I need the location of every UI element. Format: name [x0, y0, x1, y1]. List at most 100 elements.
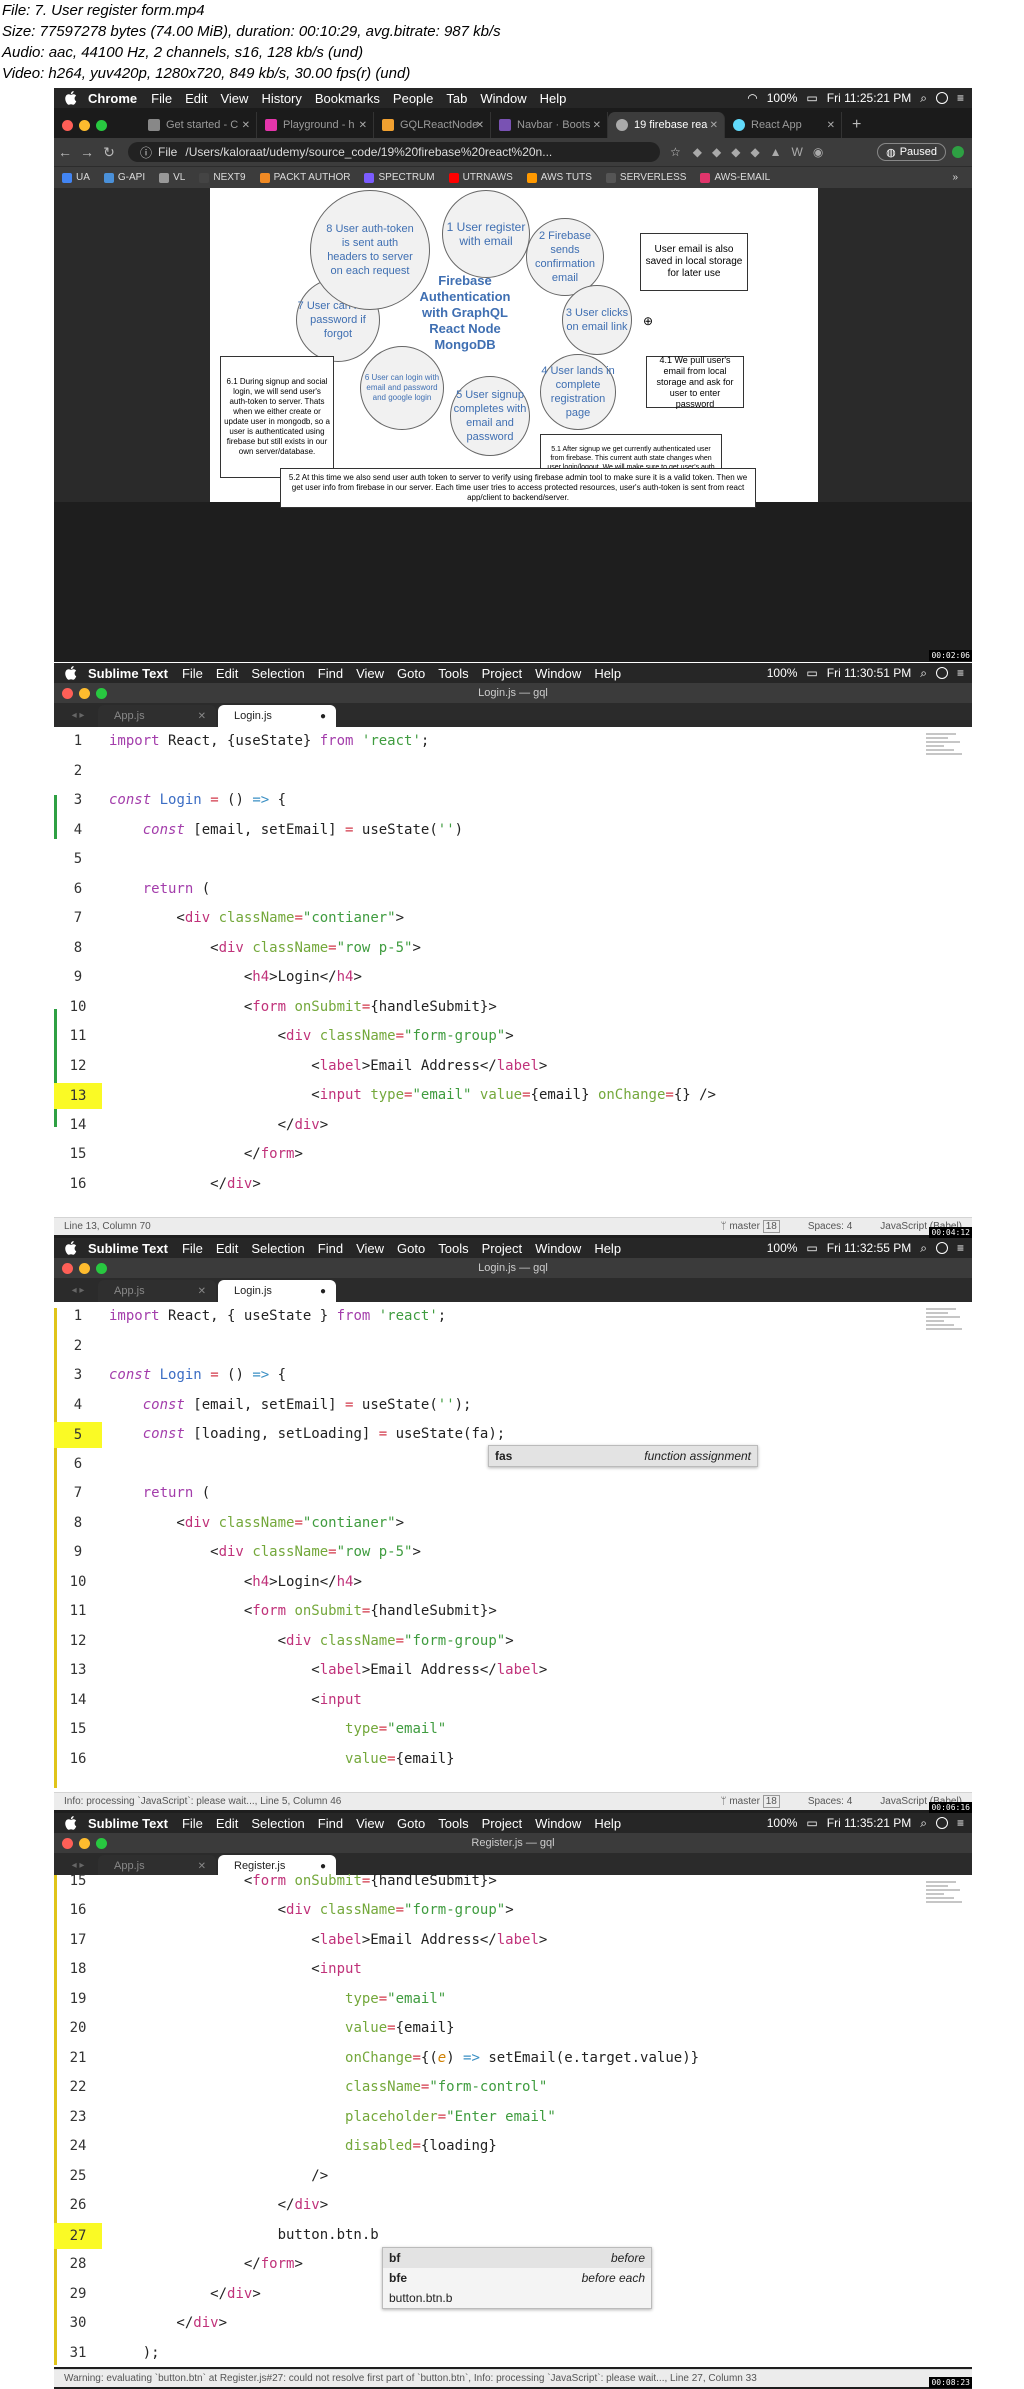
- wifi-icon[interactable]: ◠: [747, 91, 757, 105]
- battery-icon[interactable]: ▭: [806, 1241, 817, 1255]
- zoom-button[interactable]: [96, 1837, 107, 1849]
- menu-tools[interactable]: Tools: [438, 1241, 468, 1256]
- new-tab-icon[interactable]: +: [842, 112, 861, 138]
- minimap[interactable]: [926, 1879, 966, 1919]
- siri-icon[interactable]: [935, 1817, 948, 1829]
- tab-login-js[interactable]: Login.js ●: [218, 705, 336, 727]
- close-icon[interactable]: ✕: [710, 120, 718, 131]
- tab-login-js[interactable]: Login.js ●: [218, 1280, 336, 1302]
- menu-selection[interactable]: Selection: [251, 1816, 304, 1831]
- tab-firebase[interactable]: 19 firebase rea ✕: [608, 112, 725, 138]
- autocomplete-popup[interactable]: bf before bfe before each button.btn.b: [382, 2247, 652, 2309]
- star-icon[interactable]: ☆: [670, 145, 681, 159]
- menu-people[interactable]: People: [393, 91, 433, 106]
- siri-icon[interactable]: [935, 1242, 948, 1254]
- menu-window[interactable]: Window: [480, 91, 526, 106]
- bookmark-g-api[interactable]: G-API: [103, 172, 145, 183]
- menu-goto[interactable]: Goto: [397, 666, 425, 681]
- clock[interactable]: Fri 11:30:51 PM: [827, 666, 911, 680]
- menu-view[interactable]: View: [356, 1241, 384, 1256]
- autocomplete-item[interactable]: button.btn.b: [383, 2288, 651, 2308]
- unsaved-dot-icon[interactable]: ●: [320, 711, 326, 722]
- close-icon[interactable]: ✕: [827, 120, 835, 131]
- tab-playground[interactable]: Playground - h ✕: [257, 112, 374, 138]
- menu-find[interactable]: Find: [318, 1241, 343, 1256]
- apple-icon[interactable]: [64, 1241, 78, 1255]
- bookmark-aws-email[interactable]: AWS-EMAIL: [700, 172, 770, 183]
- app-name[interactable]: Sublime Text: [88, 666, 168, 681]
- minimize-button[interactable]: [79, 119, 90, 131]
- clock[interactable]: Fri 11:35:21 PM: [827, 1816, 911, 1830]
- menu-selection[interactable]: Selection: [251, 1241, 304, 1256]
- menu-tools[interactable]: Tools: [438, 666, 468, 681]
- menu-edit[interactable]: Edit: [216, 1241, 238, 1256]
- autocomplete-popup[interactable]: fas function assignment: [488, 1445, 758, 1467]
- menu-window[interactable]: Window: [535, 1816, 581, 1831]
- menu-edit[interactable]: Edit: [216, 666, 238, 681]
- profile-paused-button[interactable]: ◍ Paused: [877, 143, 946, 161]
- menu-bookmarks[interactable]: Bookmarks: [315, 91, 380, 106]
- close-button[interactable]: [62, 1262, 73, 1274]
- battery-icon[interactable]: ▭: [806, 1816, 817, 1830]
- menu-tools[interactable]: Tools: [438, 1816, 468, 1831]
- siri-icon[interactable]: [935, 92, 948, 104]
- menu-goto[interactable]: Goto: [397, 1241, 425, 1256]
- menu-help[interactable]: Help: [594, 1816, 621, 1831]
- bookmark-next9[interactable]: NEXT9: [199, 172, 246, 183]
- menu-help[interactable]: Help: [594, 1241, 621, 1256]
- autocomplete-item[interactable]: bfe before each: [383, 2268, 651, 2288]
- bookmark-vl[interactable]: VL: [159, 172, 185, 183]
- app-name[interactable]: Sublime Text: [88, 1241, 168, 1256]
- siri-icon[interactable]: [935, 667, 948, 679]
- git-branch[interactable]: ᛘ master 18: [721, 1220, 780, 1233]
- menu-history[interactable]: History: [261, 91, 301, 106]
- minimap[interactable]: [926, 1306, 966, 1346]
- app-name[interactable]: Sublime Text: [88, 1816, 168, 1831]
- autocomplete-item[interactable]: fas function assignment: [489, 1446, 757, 1466]
- bookmark-serverless[interactable]: SERVERLESS: [605, 172, 686, 183]
- menu-project[interactable]: Project: [482, 1241, 522, 1256]
- indent-setting[interactable]: Spaces: 4: [808, 1221, 852, 1232]
- bookmark-aws-tuts[interactable]: AWS TUTS: [526, 172, 592, 183]
- close-icon[interactable]: ✕: [198, 1861, 206, 1872]
- close-icon[interactable]: ✕: [593, 120, 601, 131]
- menu-view[interactable]: View: [356, 666, 384, 681]
- url-input[interactable]: ⓘ File /Users/kaloraat/udemy/source_code…: [128, 142, 660, 162]
- tab-navbar[interactable]: Navbar · Boots ✕: [491, 112, 608, 138]
- battery-icon[interactable]: ▭: [806, 91, 817, 105]
- bookmark-spectrum[interactable]: SPECTRUM: [364, 172, 435, 183]
- minimize-button[interactable]: [79, 687, 90, 699]
- menu-file[interactable]: File: [182, 666, 203, 681]
- search-icon[interactable]: ⌕: [920, 1816, 927, 1831]
- menu-edit[interactable]: Edit: [216, 1816, 238, 1831]
- minimize-button[interactable]: [79, 1837, 90, 1849]
- apple-icon[interactable]: [64, 1816, 78, 1830]
- close-button[interactable]: [62, 687, 73, 699]
- close-icon[interactable]: ✕: [198, 1286, 206, 1297]
- indent-setting[interactable]: Spaces: 4: [808, 1796, 852, 1807]
- clock[interactable]: Fri 11:32:55 PM: [827, 1241, 911, 1255]
- bookmark-packt[interactable]: PACKT AUTHOR: [259, 172, 350, 183]
- apple-icon[interactable]: [64, 666, 78, 680]
- menu-goto[interactable]: Goto: [397, 1816, 425, 1831]
- menu-file[interactable]: File: [182, 1816, 203, 1831]
- menu-find[interactable]: Find: [318, 666, 343, 681]
- menu-file[interactable]: File: [182, 1241, 203, 1256]
- list-icon[interactable]: ≡: [957, 666, 964, 680]
- tab-nav-arrows-icon[interactable]: ◂ ▸: [58, 703, 98, 727]
- minimap[interactable]: [926, 731, 966, 771]
- tab-react-app[interactable]: React App ✕: [725, 112, 842, 138]
- unsaved-dot-icon[interactable]: ●: [320, 1861, 326, 1872]
- zoom-button[interactable]: [96, 687, 107, 699]
- zoom-button[interactable]: [96, 1262, 107, 1274]
- menu-tab[interactable]: Tab: [446, 91, 467, 106]
- menu-project[interactable]: Project: [482, 1816, 522, 1831]
- git-branch[interactable]: ᛘ master 18: [721, 1795, 780, 1808]
- forward-icon[interactable]: →: [76, 144, 98, 160]
- tab-get-started[interactable]: Get started - C ✕: [140, 112, 257, 138]
- app-name[interactable]: Chrome: [88, 91, 137, 106]
- search-icon[interactable]: ⌕: [920, 91, 927, 106]
- bookmark-utrnaws[interactable]: UTRNAWS: [448, 172, 513, 183]
- extension-icons[interactable]: ◆◆◆◆▲W◉: [693, 145, 834, 159]
- code-editor[interactable]: 1 import React, { useState } from 'react…: [54, 1302, 972, 1792]
